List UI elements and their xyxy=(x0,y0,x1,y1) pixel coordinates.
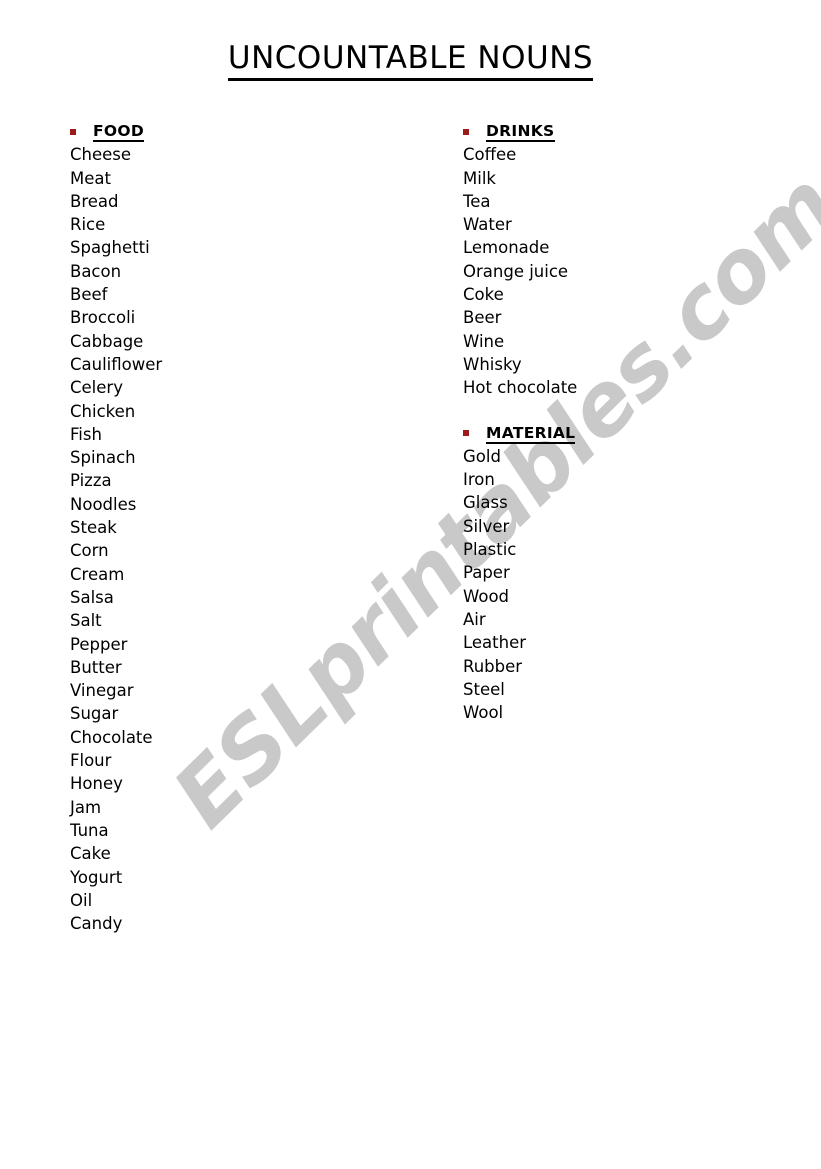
page-title: UNCOUNTABLE NOUNS xyxy=(0,40,821,81)
section-header-drinks: DRINKS xyxy=(463,120,793,143)
list-item: Paper xyxy=(463,563,510,583)
section-header-food: FOOD xyxy=(70,120,400,143)
page-title-text: UNCOUNTABLE NOUNS xyxy=(227,40,594,81)
list-item: Chocolate xyxy=(70,727,153,747)
list-item: Whisky xyxy=(463,354,522,374)
list-item: Rice xyxy=(70,215,106,235)
list-item: Oil xyxy=(70,890,93,910)
left-column: FOOD Cheese Meat Bread Rice Spaghetti Ba… xyxy=(70,120,400,935)
list-item: Rubber xyxy=(463,656,523,676)
list-item: Bread xyxy=(70,191,119,211)
list-item: Cabbage xyxy=(70,331,144,351)
section-title-food: FOOD xyxy=(93,122,145,142)
list-item: Gold xyxy=(463,446,501,466)
list-item: Noodles xyxy=(70,494,137,514)
list-item: Air xyxy=(463,609,486,629)
list-item: Wine xyxy=(463,331,505,351)
list-item: Wood xyxy=(463,586,510,606)
list-item: Spaghetti xyxy=(70,238,150,258)
list-item: Beef xyxy=(70,285,108,305)
list-item: Pepper xyxy=(70,634,128,654)
square-bullet-icon xyxy=(463,128,469,135)
list-item: Butter xyxy=(70,657,122,677)
list-item: Iron xyxy=(463,470,495,490)
square-bullet-icon xyxy=(70,128,76,135)
right-column: DRINKS Coffee Milk Tea Water Lemonade Or… xyxy=(463,120,793,724)
list-item: Steel xyxy=(463,679,505,699)
list-item: Tuna xyxy=(70,820,109,840)
word-list-drinks: Coffee Milk Tea Water Lemonade Orange ju… xyxy=(463,143,793,399)
list-item: Orange juice xyxy=(463,261,569,281)
section-drinks: DRINKS Coffee Milk Tea Water Lemonade Or… xyxy=(463,120,793,400)
square-bullet-icon xyxy=(463,430,469,437)
list-item: Coffee xyxy=(463,145,517,165)
list-item: Bacon xyxy=(70,261,122,281)
list-item: Sugar xyxy=(70,704,119,724)
word-list-material: Gold Iron Glass Silver Plastic Paper Woo… xyxy=(463,445,793,725)
list-item: Spinach xyxy=(70,448,136,468)
list-item: Water xyxy=(463,215,512,235)
list-item: Cheese xyxy=(70,145,132,165)
list-item: Plastic xyxy=(463,540,517,560)
section-title-material: MATERIAL xyxy=(486,423,576,444)
list-item: Meat xyxy=(70,168,111,188)
list-item: Broccoli xyxy=(70,308,136,328)
list-item: Leather xyxy=(463,633,527,653)
list-item: Cream xyxy=(70,564,125,584)
list-item: Flour xyxy=(70,751,112,771)
list-item: Wool xyxy=(463,703,504,723)
section-material: MATERIAL Gold Iron Glass Silver Plastic … xyxy=(463,422,793,725)
list-item: Beer xyxy=(463,308,502,328)
section-header-material: MATERIAL xyxy=(463,422,793,445)
section-food: FOOD Cheese Meat Bread Rice Spaghetti Ba… xyxy=(70,120,400,935)
list-item: Honey xyxy=(70,774,123,794)
section-title-drinks: DRINKS xyxy=(486,122,555,142)
list-item: Lemonade xyxy=(463,238,550,258)
list-item: Coke xyxy=(463,285,504,305)
worksheet-page: ESLprintables.com UNCOUNTABLE NOUNS FOOD… xyxy=(0,0,821,1169)
list-item: Tea xyxy=(463,191,491,211)
list-item: Fish xyxy=(70,424,102,444)
word-list-food: Cheese Meat Bread Rice Spaghetti Bacon B… xyxy=(70,143,400,935)
list-item: Steak xyxy=(70,518,117,538)
list-item: Yogurt xyxy=(70,867,123,887)
list-item: Glass xyxy=(463,493,508,513)
list-item: Pizza xyxy=(70,471,112,491)
list-item: Candy xyxy=(70,914,123,934)
list-item: Corn xyxy=(70,541,109,561)
list-item: Cauliflower xyxy=(70,354,163,374)
list-item: Salsa xyxy=(70,587,114,607)
list-item: Hot chocolate xyxy=(463,378,578,398)
list-item: Jam xyxy=(70,797,102,817)
list-item: Milk xyxy=(463,168,496,188)
list-item: Celery xyxy=(70,378,123,398)
list-item: Chicken xyxy=(70,401,136,421)
list-item: Cake xyxy=(70,844,111,864)
list-item: Vinegar xyxy=(70,681,134,701)
list-item: Salt xyxy=(70,611,102,631)
list-item: Silver xyxy=(463,516,510,536)
